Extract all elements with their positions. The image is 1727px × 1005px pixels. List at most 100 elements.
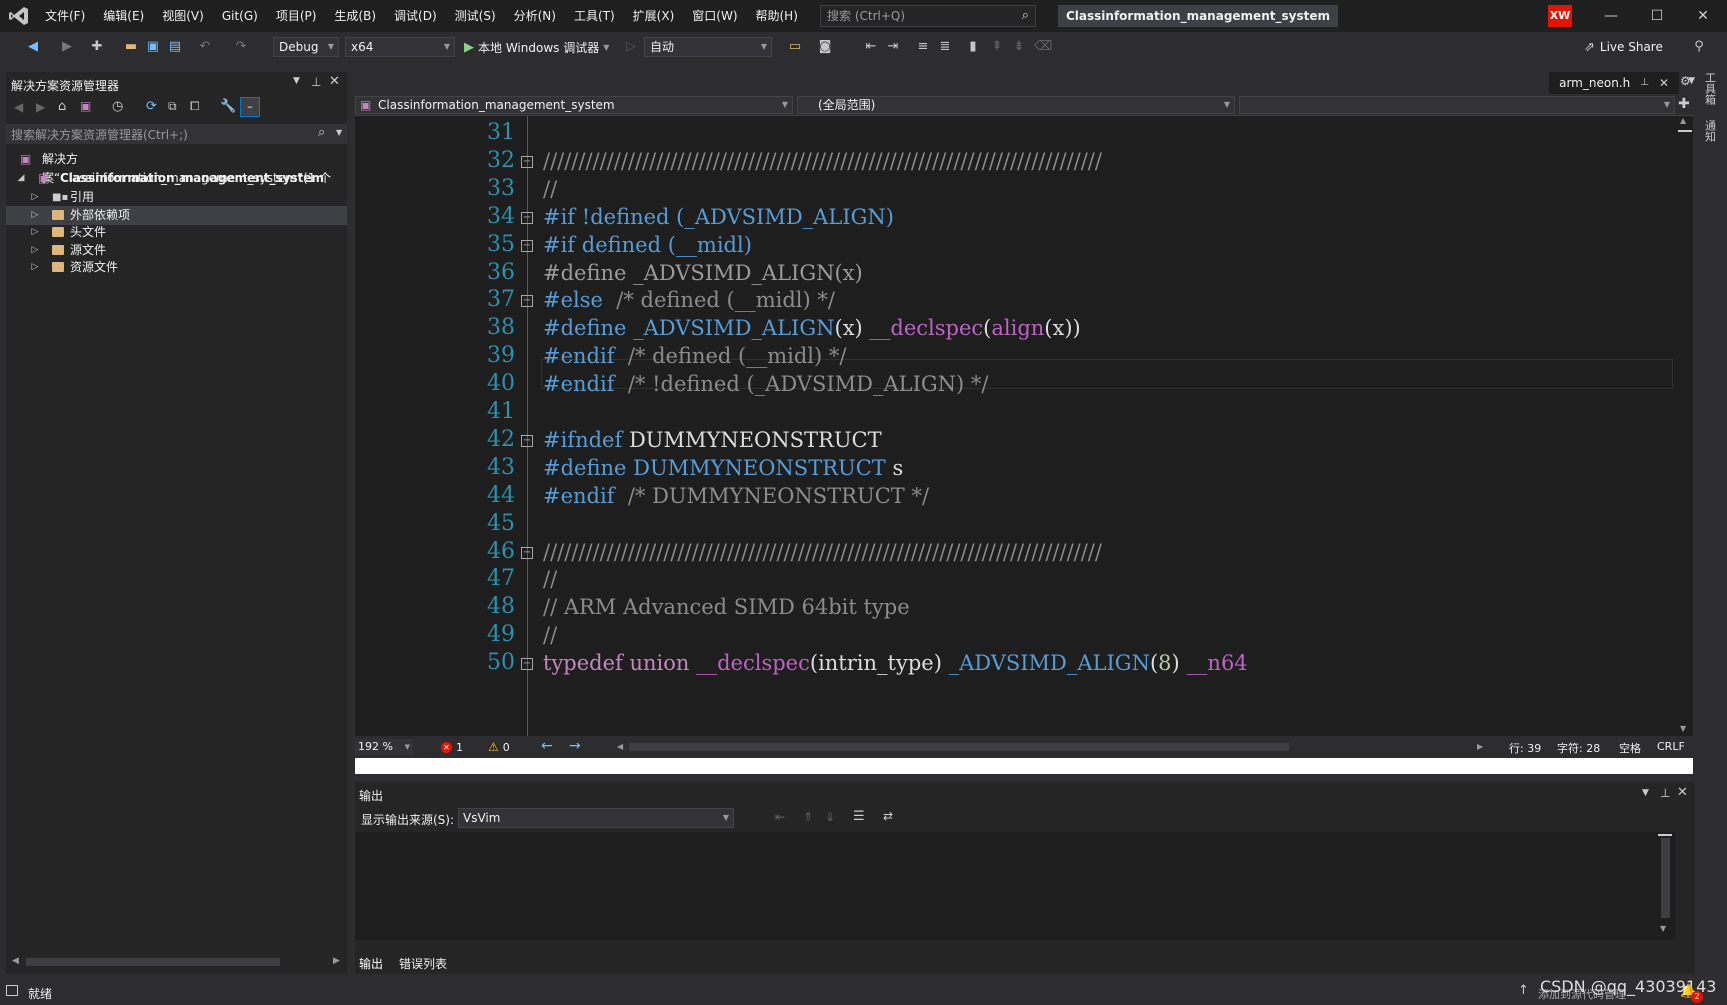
menu-item[interactable]: 测试(S) [446, 0, 505, 32]
code-line[interactable]: #define DUMMYNEONSTRUCT s [543, 456, 903, 480]
navigate-forward-icon[interactable]: → [569, 738, 581, 754]
collapse-region-icon[interactable]: − [521, 211, 533, 224]
caret-collapsed-icon[interactable]: ▷ [30, 223, 40, 242]
open-folder-icon[interactable]: ▬ [122, 38, 140, 56]
vim-command-bar[interactable] [355, 758, 1693, 774]
whitespace-mode[interactable]: 空格 [1619, 740, 1641, 756]
run-without-debug-icon[interactable]: ▷ [622, 38, 640, 56]
output-tab[interactable]: 错误列表 [399, 955, 447, 972]
vertical-scrollbar[interactable]: ▲ ▼ [1675, 116, 1693, 736]
save-all-icon[interactable]: ▤ [166, 38, 184, 56]
avatar[interactable]: XW [1548, 5, 1572, 27]
project-nav-select[interactable]: ▣ Classinformation_management_system ▼ [355, 96, 793, 114]
warning-count[interactable]: ⚠ 0 [488, 739, 510, 755]
next-bookmark-icon[interactable]: ⇟ [1010, 38, 1028, 56]
output-scrollbar[interactable] [1661, 838, 1670, 918]
code-line[interactable]: #define _ADVSIMD_ALIGN(x) [543, 261, 863, 285]
scroll-down-icon[interactable]: ▼ [1680, 724, 1686, 733]
pin-icon[interactable]: ⊥ [311, 75, 321, 89]
maximize-icon[interactable]: ☐ [1634, 0, 1680, 32]
auto-select[interactable]: 自动 ▼ [644, 37, 772, 57]
minimize-icon[interactable]: — [1588, 0, 1634, 32]
next-message-icon[interactable]: ⇓ [825, 810, 835, 824]
code-line[interactable]: // ARM Advanced SIMD 64bit type [543, 595, 910, 619]
gear-icon[interactable]: ⚙ [1680, 74, 1691, 88]
code-line[interactable]: #else /* defined (__midl) */ [543, 288, 835, 312]
caret-collapsed-icon[interactable]: ▷ [30, 258, 40, 277]
menu-item[interactable]: 扩展(X) [624, 0, 684, 32]
member-nav-select[interactable]: ▼ [1239, 96, 1675, 114]
menu-item[interactable]: 窗口(W) [683, 0, 746, 32]
menu-item[interactable]: 项目(P) [267, 0, 326, 32]
code-line[interactable]: #endif /* !defined (_ADVSIMD_ALIGN) */ [543, 372, 989, 396]
split-icon[interactable]: ✚ [1678, 96, 1690, 112]
scope-nav-select[interactable]: (全局范围) ▼ [797, 96, 1235, 114]
pin-icon[interactable]: ⊥ [1660, 786, 1670, 800]
pending-changes-icon[interactable]: ◷ [112, 99, 123, 114]
scroll-left-icon[interactable]: ◀ [617, 742, 623, 751]
scroll-up-icon[interactable]: ▲ [1680, 116, 1686, 125]
live-share-button[interactable]: ⇗ Live Share [1584, 37, 1663, 57]
menu-item[interactable]: 调试(D) [385, 0, 446, 32]
comment-icon[interactable]: ≡ [914, 38, 932, 56]
screenshot-icon[interactable]: ◙ [816, 38, 834, 56]
tree-project-node[interactable]: ◢ ▣ Classinformation_management_system [6, 169, 347, 188]
preview-icon[interactable]: – [240, 97, 260, 117]
show-all-files-icon[interactable]: ⧠ [190, 99, 200, 114]
back-icon[interactable]: ◀ [14, 100, 23, 114]
collapse-region-icon[interactable]: − [521, 295, 533, 308]
code-line[interactable]: #if !defined (_ADVSIMD_ALIGN) [543, 205, 894, 229]
tree-solution-node[interactable]: ▣ 解决方案“Classinformation_management_syste… [6, 150, 347, 185]
collapse-region-icon[interactable]: − [521, 434, 533, 447]
close-icon[interactable]: ✕ [1659, 72, 1669, 94]
start-debugging-button[interactable]: ▶ 本地 Windows 调试器 ▼ [464, 37, 609, 57]
collapse-all-icon[interactable]: ⧉ [168, 99, 177, 114]
close-icon[interactable]: ✕ [329, 74, 340, 89]
cursor-line[interactable]: 行: 39 [1509, 740, 1541, 756]
undo-icon[interactable]: ↶ [196, 38, 214, 56]
caret-collapsed-icon[interactable]: ▷ [30, 241, 40, 260]
clear-all-icon[interactable]: ☰ [853, 809, 865, 824]
code-line[interactable]: // [543, 623, 557, 647]
output-text-area[interactable]: ▼ [355, 832, 1675, 940]
goto-message-icon[interactable]: ⇤ [775, 810, 785, 824]
collapse-region-icon[interactable]: − [521, 546, 533, 559]
step-icon[interactable]: ⇤ [862, 38, 880, 56]
code-line[interactable]: // [543, 567, 557, 591]
scroll-right-icon[interactable]: ▶ [333, 956, 340, 966]
pin-icon[interactable]: ⊥ [1640, 72, 1649, 94]
tree-item[interactable]: ▷ 头文件 [6, 223, 347, 242]
navigate-back-icon[interactable]: ← [541, 738, 553, 754]
home-icon[interactable]: ⌂ [58, 99, 66, 114]
save-icon[interactable]: ▣ [144, 38, 162, 56]
error-count[interactable]: ✕ 1 [441, 739, 463, 755]
tab-arm-neon[interactable]: arm_neon.h ⊥ ✕ [1549, 72, 1679, 94]
sync-icon[interactable]: ⟳ [146, 99, 157, 114]
caret-collapsed-icon[interactable]: ▷ [30, 188, 40, 207]
code-line[interactable]: ////////////////////////////////////////… [543, 540, 1102, 564]
close-window-icon[interactable]: ✕ [1680, 0, 1726, 32]
collapse-region-icon[interactable]: − [521, 239, 533, 252]
scroll-thumb[interactable] [1678, 130, 1692, 132]
horizontal-scrollbar[interactable] [26, 958, 280, 966]
configuration-select[interactable]: Debug ▼ [273, 37, 339, 57]
zoom-select[interactable]: 192 % ▼ [355, 739, 413, 755]
notifications-tab[interactable]: 通知 [1700, 120, 1720, 145]
bookmark-icon[interactable]: ▮ [964, 38, 982, 56]
platform-select[interactable]: x64 ▼ [345, 37, 455, 57]
menu-item[interactable]: 工具(T) [565, 0, 624, 32]
caret-collapsed-icon[interactable]: ▷ [30, 206, 40, 225]
tree-item[interactable]: ▷ 外部依赖项 [6, 205, 347, 225]
scroll-left-icon[interactable]: ◀ [12, 956, 19, 966]
output-source-select[interactable]: VsVim ▼ [458, 808, 734, 828]
uncomment-icon[interactable]: ≣ [936, 38, 954, 56]
collapse-region-icon[interactable]: − [521, 658, 533, 671]
feedback-icon[interactable]: ⚲ [1690, 38, 1708, 56]
collapse-region-icon[interactable]: − [521, 155, 533, 168]
menu-item[interactable]: 文件(F) [36, 0, 94, 32]
close-icon[interactable]: ✕ [1677, 785, 1688, 800]
browse-folder-icon[interactable]: ▭ [786, 38, 804, 56]
caret-expanded-icon[interactable]: ◢ [16, 169, 26, 188]
switch-views-icon[interactable]: ▣ [80, 99, 91, 113]
scroll-right-icon[interactable]: ▶ [1477, 742, 1483, 751]
